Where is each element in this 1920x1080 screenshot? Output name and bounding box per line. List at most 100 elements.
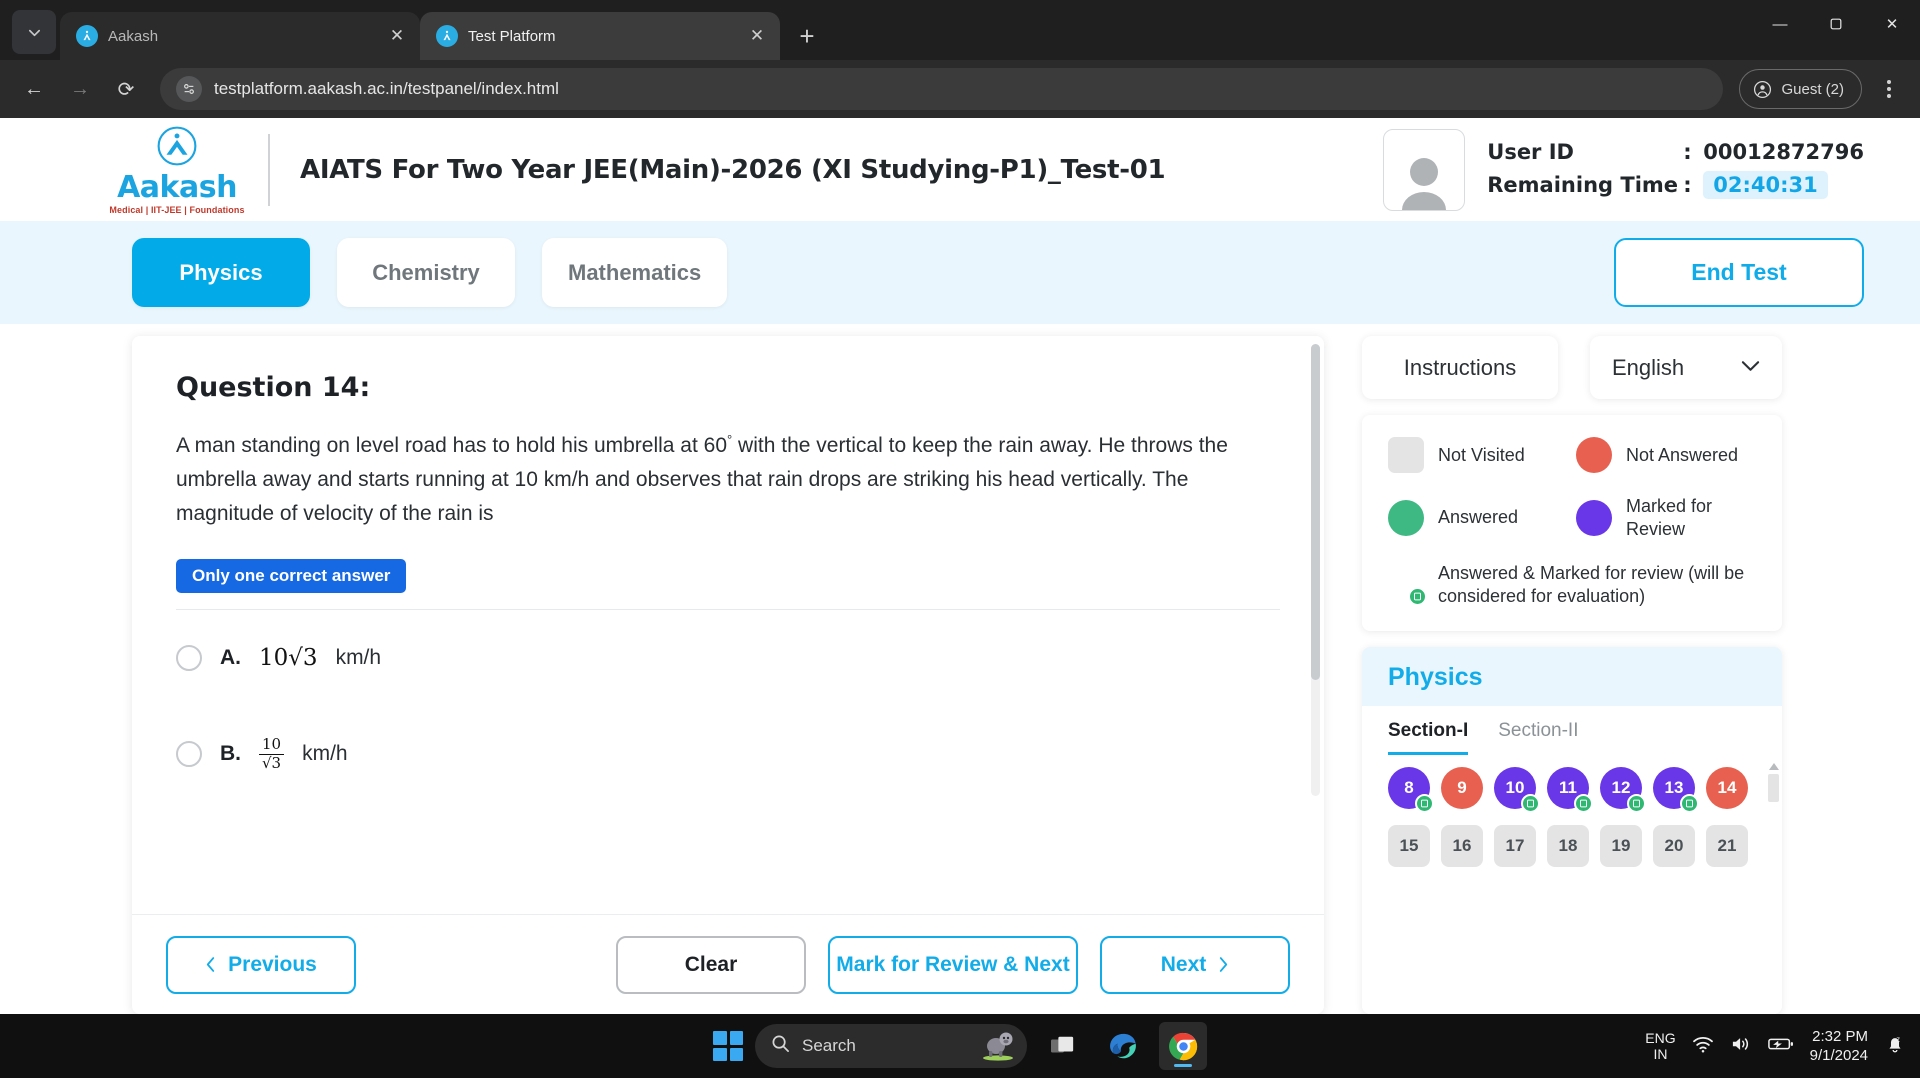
user-id-label: User ID <box>1487 140 1574 164</box>
new-tab-button[interactable]: + <box>788 17 826 55</box>
tab-title: Test Platform <box>468 27 556 45</box>
legend-answered-and-marked: Answered & Marked for review (will be co… <box>1388 562 1756 607</box>
tab-physics[interactable]: Physics <box>132 238 310 307</box>
scrollbar-thumb[interactable] <box>1768 774 1779 802</box>
wifi-icon[interactable] <box>1692 1035 1714 1058</box>
legend-marked-for-review: Marked for Review <box>1576 495 1756 540</box>
palette-scrollbar[interactable] <box>1768 763 1779 823</box>
reload-button[interactable]: ⟳ <box>106 69 146 109</box>
windows-start-icon[interactable] <box>713 1031 743 1061</box>
aakash-favicon <box>436 25 458 47</box>
palette-question-21[interactable]: 21 <box>1706 825 1748 867</box>
aakash-logo-mark <box>156 125 198 171</box>
palette-question-10[interactable]: 10 <box>1494 767 1540 813</box>
palette-question-12[interactable]: 12 <box>1600 767 1646 813</box>
aakash-logo: Aakash Medical | IIT-JEE | Foundations <box>109 125 244 215</box>
profile-label: Guest (2) <box>1781 80 1844 98</box>
account-icon <box>1754 80 1772 98</box>
palette-question-19[interactable]: 19 <box>1600 825 1642 867</box>
tune-icon[interactable] <box>176 76 202 102</box>
option-b[interactable]: B. 10 √3 km/h <box>176 706 1280 802</box>
tab-mathematics[interactable]: Mathematics <box>542 238 728 307</box>
question-card: Question 14: A man standing on level roa… <box>132 336 1324 1014</box>
option-b-numerator: 10 <box>262 735 282 754</box>
tab-close-button[interactable]: ✕ <box>744 23 770 49</box>
taskbar-center: Search <box>713 1022 1207 1070</box>
palette-grid-wrap: 8 9 10 11 12 13 14 15 16 17 18 19 20 21 <box>1362 755 1782 1014</box>
remaining-time-value: 02:40:31 <box>1703 171 1828 199</box>
palette-question-number: 12 <box>1611 778 1631 797</box>
option-b-letter: B. <box>220 742 241 766</box>
palette-question-15[interactable]: 15 <box>1388 825 1430 867</box>
section-tab-1[interactable]: Section-I <box>1388 720 1469 755</box>
legend-answered: Answered <box>1388 495 1568 540</box>
option-a[interactable]: A. 10√3 km/h <box>176 610 1280 706</box>
option-a-radio[interactable] <box>176 645 202 672</box>
palette-question-number: 19 <box>1611 836 1631 855</box>
mark-for-review-next-button[interactable]: Mark for Review & Next <box>828 935 1078 994</box>
avatar <box>1383 128 1466 211</box>
clock-date: 9/1/2024 <box>1809 1047 1868 1064</box>
question-scrollbar[interactable] <box>1311 344 1320 796</box>
address-bar[interactable]: testplatform.aakash.ac.in/testpanel/inde… <box>160 68 1724 110</box>
instructions-button[interactable]: Instructions <box>1362 336 1558 399</box>
palette-question-8[interactable]: 8 <box>1388 767 1434 813</box>
tab-chemistry[interactable]: Chemistry <box>337 238 515 307</box>
palette-subject-title: Physics <box>1362 647 1782 706</box>
browser-tab-test-platform[interactable]: Test Platform ✕ <box>420 12 780 60</box>
forward-button[interactable]: → <box>60 69 100 109</box>
palette-question-17[interactable]: 17 <box>1494 825 1536 867</box>
profile-button[interactable]: Guest (2) <box>1739 69 1862 109</box>
battery-charging-icon[interactable] <box>1767 1036 1794 1057</box>
brand-tagline: Medical | IIT-JEE | Foundations <box>109 204 245 215</box>
palette-question-18[interactable]: 18 <box>1547 825 1589 867</box>
system-tray: ENG IN 2:32 PM 9/1/2024 z <box>1645 1027 1906 1066</box>
status-badge: Only one correct answer <box>176 559 407 594</box>
palette-grid: 8 9 10 11 12 13 14 15 16 17 18 19 20 21 <box>1388 767 1756 867</box>
language-indicator[interactable]: ENG IN <box>1645 1030 1675 1062</box>
palette-question-20[interactable]: 20 <box>1653 825 1695 867</box>
scrollbar-thumb[interactable] <box>1311 344 1320 680</box>
volume-icon[interactable] <box>1730 1035 1752 1058</box>
browser-tab-aakash[interactable]: Aakash ✕ <box>60 12 420 60</box>
palette-question-11[interactable]: 11 <box>1547 767 1593 813</box>
previous-button[interactable]: Previous <box>166 935 356 994</box>
chevron-down-icon <box>1741 359 1760 377</box>
notification-bell-dnd-icon[interactable]: z <box>1884 1033 1906 1060</box>
clock[interactable]: 2:32 PM 9/1/2024 <box>1810 1027 1868 1066</box>
tab-close-button[interactable]: ✕ <box>384 23 410 49</box>
clear-button[interactable]: Clear <box>616 935 806 994</box>
end-test-button[interactable]: End Test <box>1614 238 1864 307</box>
body-area: Question 14: A man standing on level roa… <box>0 324 1920 1014</box>
palette-question-number: 15 <box>1399 836 1419 855</box>
url-text: testplatform.aakash.ac.in/testpanel/inde… <box>214 79 559 98</box>
tab-title: Aakash <box>108 27 159 45</box>
task-view-icon[interactable] <box>1039 1022 1087 1070</box>
palette-question-13[interactable]: 13 <box>1653 767 1699 813</box>
edge-icon[interactable] <box>1099 1022 1147 1070</box>
back-button[interactable]: ← <box>14 69 54 109</box>
scroll-up-arrow[interactable] <box>1768 763 1779 770</box>
remaining-time-label: Remaining Time <box>1487 173 1679 197</box>
chrome-icon[interactable] <box>1159 1022 1207 1070</box>
panel-top-controls: Instructions English <box>1362 336 1782 399</box>
user-id-separator: : <box>1683 140 1692 164</box>
not-visited-swatch <box>1388 437 1424 473</box>
tab-search-button[interactable] <box>12 10 56 54</box>
brand-name: Aakash <box>117 169 237 205</box>
next-button[interactable]: Next <box>1100 935 1290 994</box>
maximize-button[interactable] <box>1808 0 1864 48</box>
palette-question-16[interactable]: 16 <box>1441 825 1483 867</box>
section-tab-2[interactable]: Section-II <box>1498 720 1578 755</box>
close-window-button[interactable]: ✕ <box>1864 0 1920 48</box>
minimize-button[interactable]: — <box>1752 0 1808 48</box>
search-input[interactable]: Search <box>755 1024 1027 1068</box>
option-a-value: 10√3 <box>259 645 318 672</box>
palette-question-14[interactable]: 14 <box>1706 767 1748 809</box>
kebab-menu-icon[interactable] <box>1872 69 1906 109</box>
option-a-unit: km/h <box>335 646 382 670</box>
chevron-right-icon <box>1220 957 1228 972</box>
option-b-radio[interactable] <box>176 741 202 768</box>
palette-question-9[interactable]: 9 <box>1441 767 1483 809</box>
language-selector[interactable]: English <box>1590 336 1782 399</box>
